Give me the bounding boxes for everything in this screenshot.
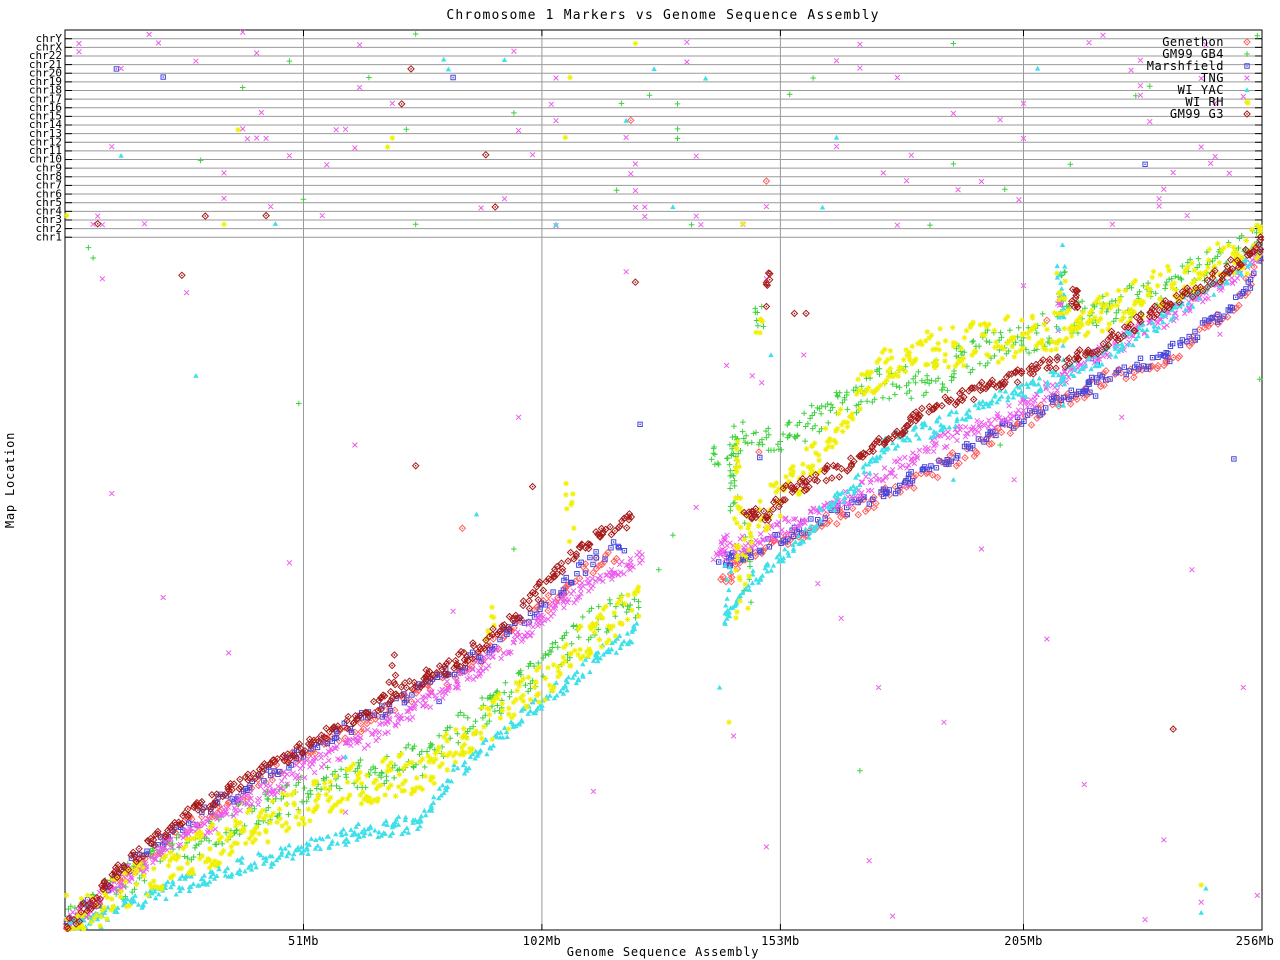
legend-marker-genethon-fill [1246, 41, 1247, 42]
y-axis-label: Map Location [3, 432, 17, 528]
x-tick-label: 256Mb [1236, 934, 1275, 948]
x-axis-label: Genome Sequence Assembly [567, 945, 760, 959]
x-tick-label: 153Mb [761, 934, 800, 948]
legend-marker-marshfield-fill [1246, 65, 1247, 66]
legend-label-gm99-g3: GM99 G3 [1170, 107, 1224, 121]
scatter-plot: Chromosome 1 Markers vs Genome Sequence … [0, 0, 1280, 960]
chr-axis-label: chr1 [36, 230, 63, 243]
x-tick-label: 102Mb [523, 934, 562, 948]
legend-marker-gm99-g3-fill [1246, 113, 1247, 114]
x-tick-label: 51Mb [288, 934, 319, 948]
legend-marker-wi-rh [1244, 99, 1250, 105]
chart-title: Chromosome 1 Markers vs Genome Sequence … [446, 8, 879, 23]
x-tick-label: 205Mb [1004, 934, 1043, 948]
chart-canvas: Chromosome 1 Markers vs Genome Sequence … [0, 0, 1280, 960]
